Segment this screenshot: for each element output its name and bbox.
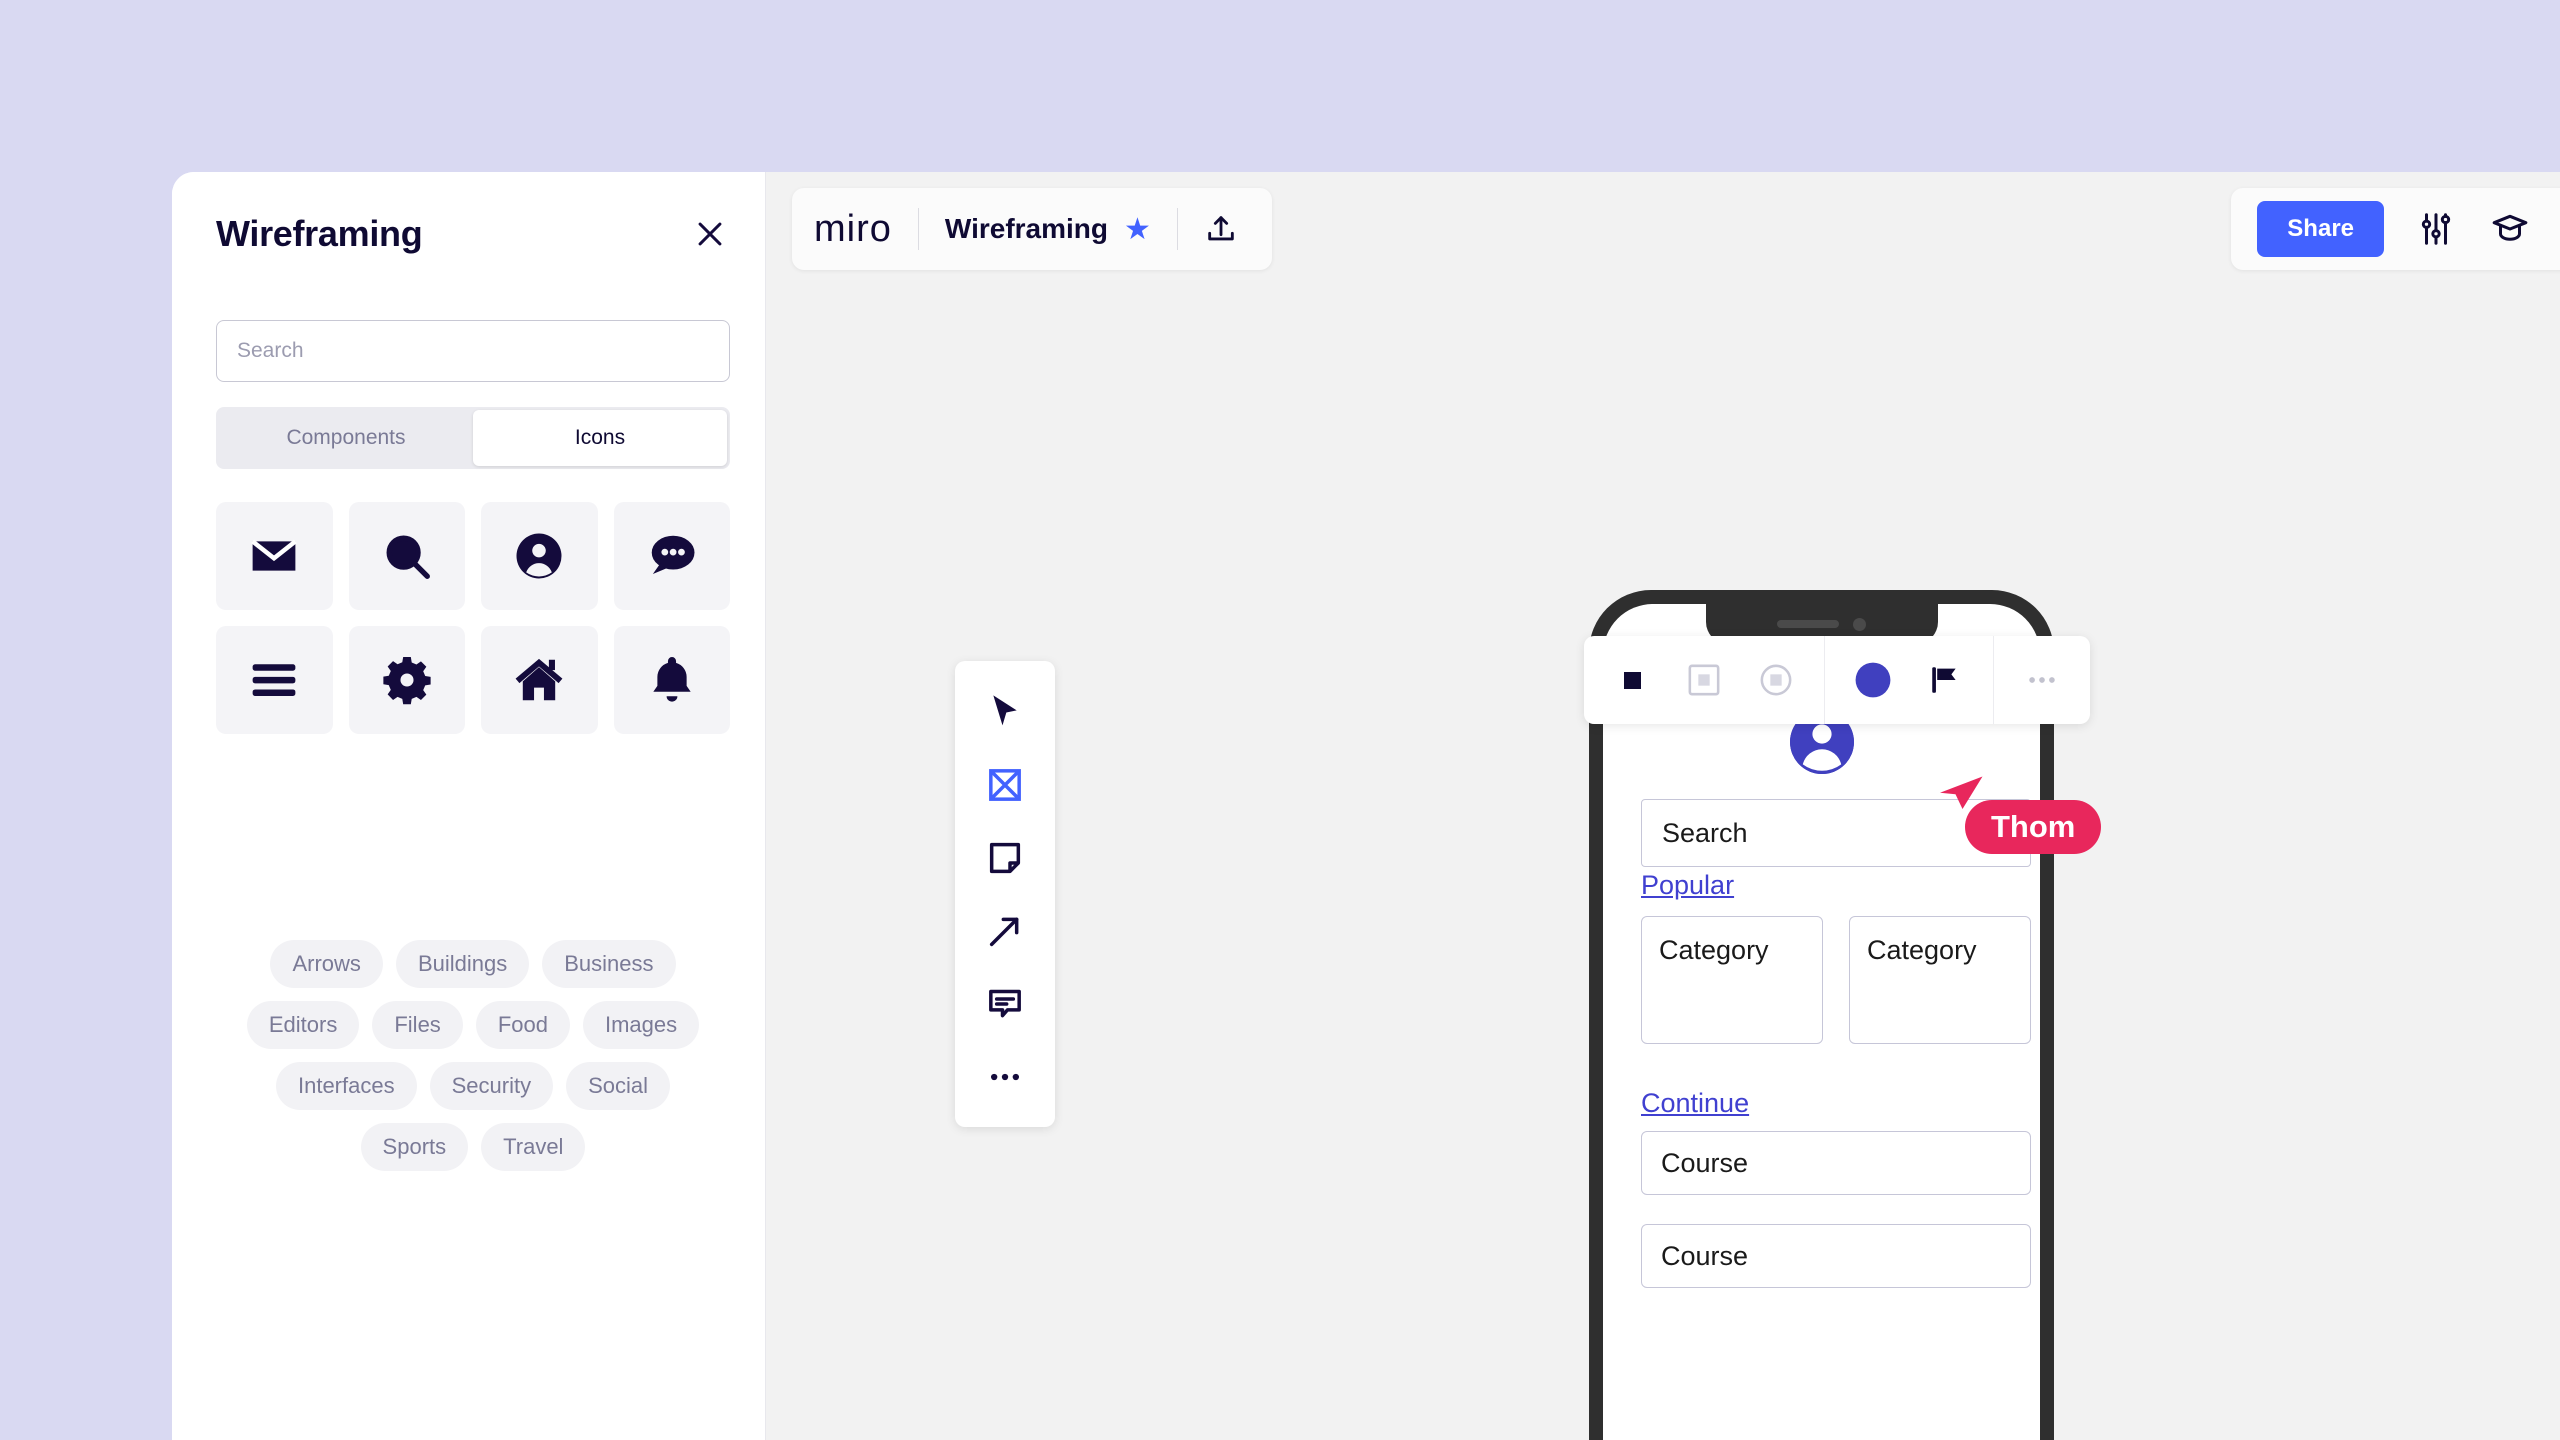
wireframing-library-panel: Wireframing Components Icons	[172, 172, 766, 1440]
chat-bubble-icon[interactable]	[613, 502, 730, 610]
icon-grid	[216, 502, 730, 734]
color-swatch-icon[interactable]	[1851, 658, 1895, 702]
tag-travel[interactable]: Travel	[481, 1123, 586, 1171]
graduation-cap-icon[interactable]	[2488, 207, 2532, 251]
cursor-tool[interactable]	[977, 684, 1033, 740]
star-icon[interactable]: ★	[1124, 212, 1177, 247]
bell-icon[interactable]	[613, 626, 730, 734]
flag-icon[interactable]	[1923, 658, 1967, 702]
user-circle-icon[interactable]	[481, 502, 598, 610]
tag-buildings[interactable]: Buildings	[395, 940, 530, 988]
phone-screen: Search Popular Category Category Continu…	[1603, 604, 2040, 1440]
tag-images[interactable]: Images	[582, 1001, 700, 1049]
phone-camera	[1853, 617, 1866, 631]
circle-outline-icon[interactable]	[1754, 658, 1798, 702]
tool-strip	[955, 661, 1055, 1127]
app-window: miro Wireframing ★ Share Search Popular …	[172, 172, 2560, 1440]
board-header: miro Wireframing ★	[792, 188, 1272, 270]
top-right-toolbar: Share	[2231, 188, 2560, 270]
more-options-icon[interactable]	[2020, 658, 2064, 702]
hamburger-menu-icon[interactable]	[216, 626, 333, 734]
tag-editors[interactable]: Editors	[246, 1001, 360, 1049]
tag-arrows[interactable]: Arrows	[270, 940, 383, 988]
sliders-icon[interactable]	[2414, 207, 2458, 251]
share-button[interactable]: Share	[2257, 201, 2384, 257]
board-canvas[interactable]: miro Wireframing ★ Share Search Popular …	[766, 172, 2560, 1440]
screenshot-root: miro Wireframing ★ Share Search Popular …	[0, 0, 2560, 1440]
comment-tool[interactable]	[977, 976, 1033, 1032]
tag-sports[interactable]: Sports	[360, 1123, 469, 1171]
tag-interfaces[interactable]: Interfaces	[275, 1062, 417, 1110]
tab-icons[interactable]: Icons	[473, 410, 727, 466]
phone-category-row: Category Category	[1641, 916, 2031, 1044]
tag-social[interactable]: Social	[566, 1062, 670, 1110]
phone-popular-link[interactable]: Popular	[1641, 870, 1734, 901]
phone-course-item[interactable]: Course	[1641, 1131, 2031, 1195]
tag-files[interactable]: Files	[372, 1001, 463, 1049]
upload-icon[interactable]	[1178, 212, 1250, 246]
icon-category-tags: Arrows Buildings Business Editors Files …	[216, 940, 730, 1171]
panel-header: Wireframing	[216, 204, 730, 264]
object-toolbar	[1584, 636, 2090, 724]
phone-continue-link[interactable]: Continue	[1641, 1088, 1749, 1119]
object-toolbar-more	[1994, 636, 2090, 724]
library-tabs: Components Icons	[216, 407, 730, 469]
sticky-note-tool[interactable]	[977, 830, 1033, 886]
wireframe-tool[interactable]	[977, 757, 1033, 813]
page-title: Wireframing	[216, 213, 423, 254]
object-toolbar-shapes	[1584, 636, 1824, 724]
tag-security[interactable]: Security	[429, 1062, 554, 1110]
collaborator-name-label: Thom	[1965, 800, 2102, 854]
more-tools[interactable]	[977, 1049, 1033, 1105]
search-input[interactable]	[216, 320, 730, 382]
filled-square-icon[interactable]	[1610, 658, 1654, 702]
phone-category-card[interactable]: Category	[1849, 916, 2031, 1044]
phone-course-item[interactable]: Course	[1641, 1224, 2031, 1288]
envelope-icon[interactable]	[216, 502, 333, 610]
miro-logo[interactable]: miro	[814, 208, 918, 251]
tag-food[interactable]: Food	[475, 1001, 570, 1049]
arrow-tool[interactable]	[977, 903, 1033, 959]
home-icon[interactable]	[481, 626, 598, 734]
gear-icon[interactable]	[348, 626, 465, 734]
tab-components[interactable]: Components	[219, 410, 473, 466]
phone-category-card[interactable]: Category	[1641, 916, 1823, 1044]
close-icon[interactable]	[690, 214, 730, 254]
board-title[interactable]: Wireframing	[919, 213, 1124, 245]
square-outline-icon[interactable]	[1682, 658, 1726, 702]
phone-speaker	[1777, 620, 1839, 628]
tag-business[interactable]: Business	[542, 940, 676, 988]
object-toolbar-style	[1825, 636, 1993, 724]
search-icon[interactable]	[348, 502, 465, 610]
